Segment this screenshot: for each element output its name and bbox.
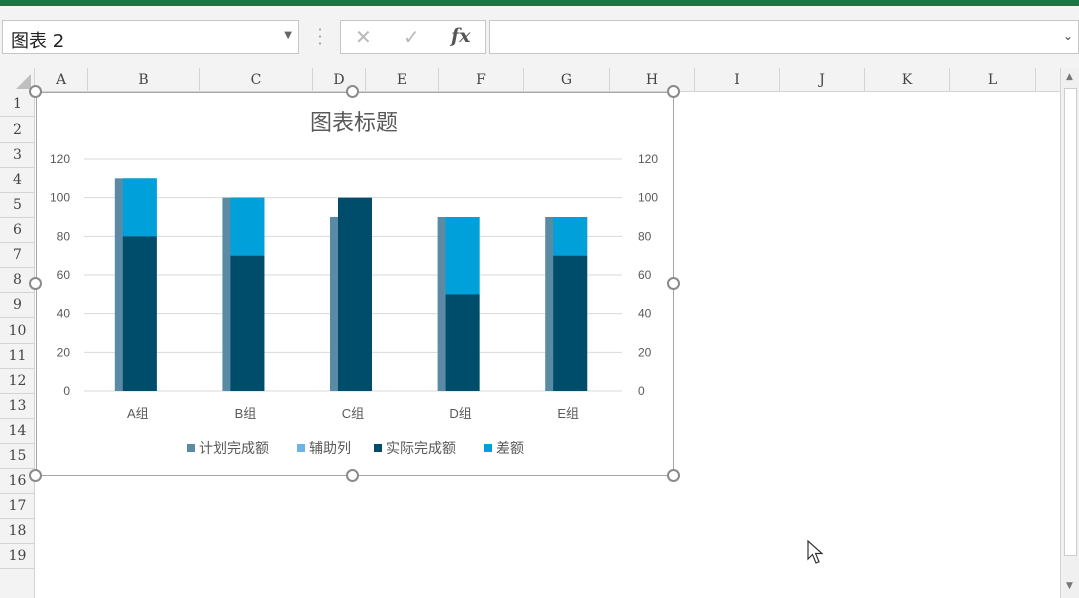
y-tick-label-left: 0 (63, 384, 70, 398)
formula-buttons: ✕ ✓ fx (340, 20, 486, 54)
column-header[interactable]: F (439, 68, 524, 92)
column-header[interactable]: K (865, 68, 950, 92)
resize-handle-right[interactable] (667, 277, 680, 290)
y-tick-label-left: 40 (57, 307, 71, 321)
x-category-label: E组 (557, 406, 579, 421)
insert-function-icon[interactable]: fx (451, 25, 471, 47)
chart-object[interactable]: 图表标题 0 20 40 60 80 100 120 0 20 40 60 80 100 120 A组 B… (36, 92, 674, 476)
y-axis-primary[interactable]: 0 20 40 60 80 100 120 (50, 152, 70, 398)
y-tick-label-right: 0 (638, 384, 645, 398)
y-tick-label-right: 60 (638, 268, 652, 282)
y-tick-label-left: 120 (50, 152, 70, 166)
name-box-value: 图表 2 (11, 31, 65, 52)
row-header[interactable]: 6 (0, 218, 35, 243)
legend-entry[interactable]: 辅助列 (309, 440, 351, 456)
resize-handle-bottom[interactable] (346, 469, 359, 482)
bar-actual[interactable] (230, 255, 265, 391)
bar-actual[interactable] (122, 236, 157, 391)
y-tick-label-right: 100 (638, 191, 658, 205)
resize-handle-top-left[interactable] (29, 85, 42, 98)
row-header[interactable]: 3 (0, 143, 35, 168)
drag-handle-icon[interactable]: · · · (314, 22, 326, 52)
legend-entry[interactable]: 计划完成额 (199, 440, 269, 456)
column-header[interactable]: J (780, 68, 865, 92)
bar-diff[interactable] (230, 197, 265, 256)
bar-actual[interactable] (338, 197, 372, 391)
legend-entry[interactable]: 差额 (496, 440, 524, 456)
chart-svg: 图表标题 0 20 40 60 80 100 120 0 20 40 60 80 100 120 A组 B… (50, 110, 658, 456)
resize-handle-left[interactable] (29, 277, 42, 290)
row-header[interactable]: 12 (0, 369, 35, 394)
legend-swatch (297, 444, 305, 452)
y-tick-label-right: 80 (638, 229, 652, 243)
scrollbar-thumb[interactable] (1064, 88, 1077, 556)
name-box[interactable]: 图表 2 ▼ (2, 20, 299, 54)
y-tick-label-right: 120 (638, 152, 658, 166)
column-header[interactable]: I (695, 68, 780, 92)
resize-handle-bottom-left[interactable] (29, 469, 42, 482)
enter-icon[interactable]: ✓ (403, 25, 420, 49)
y-tick-label-right: 20 (638, 345, 652, 359)
row-header[interactable]: 9 (0, 293, 35, 318)
row-header[interactable]: 5 (0, 193, 35, 218)
legend-swatch (187, 444, 195, 452)
bar-actual[interactable] (445, 294, 480, 391)
y-tick-label-left: 60 (57, 268, 71, 282)
row-header[interactable]: 17 (0, 494, 35, 519)
x-category-label: B组 (235, 406, 257, 421)
formula-input[interactable]: ⌄ (489, 20, 1079, 54)
bar-actual[interactable] (553, 255, 588, 391)
x-category-label: D组 (449, 406, 471, 421)
row-headers: 1 2 3 4 5 6 7 8 9 10 11 12 13 14 15 16 17 18 19 (0, 92, 35, 598)
row-header[interactable]: 7 (0, 243, 35, 268)
column-header[interactable]: A (35, 68, 88, 92)
y-axis-secondary[interactable]: 0 20 40 60 80 100 120 (638, 152, 658, 398)
x-category-label: C组 (342, 406, 364, 421)
bar-diff[interactable] (553, 217, 588, 256)
column-header[interactable]: H (610, 68, 695, 92)
chevron-down-icon[interactable]: ▼ (284, 30, 292, 41)
row-header[interactable]: 13 (0, 394, 35, 419)
y-tick-label-left: 80 (57, 229, 71, 243)
column-header[interactable]: E (366, 68, 439, 92)
formula-toolbar: 图表 2 ▼ · · · ✕ ✓ fx ⌄ (0, 6, 1079, 68)
scroll-down-icon[interactable]: ▼ (1066, 581, 1073, 591)
bar-diff[interactable] (122, 178, 157, 237)
plot-area[interactable] (114, 178, 588, 391)
column-header[interactable]: B (88, 68, 200, 92)
row-header[interactable]: 15 (0, 444, 35, 469)
column-header[interactable]: C (200, 68, 313, 92)
vertical-scrollbar[interactable]: ▲ ▼ (1060, 68, 1079, 598)
resize-handle-bottom-right[interactable] (667, 469, 680, 482)
expand-formula-icon[interactable]: ⌄ (1063, 29, 1073, 43)
y-tick-label-right: 40 (638, 307, 652, 321)
legend-swatch (374, 444, 382, 452)
mouse-pointer-icon (807, 540, 824, 564)
x-category-label: A组 (127, 406, 149, 421)
select-all-icon (16, 74, 31, 89)
row-header[interactable]: 14 (0, 419, 35, 444)
row-header[interactable]: 10 (0, 318, 35, 344)
legend[interactable]: 计划完成额 辅助列 实际完成额 差额 (187, 440, 524, 456)
cancel-icon[interactable]: ✕ (355, 25, 372, 49)
row-header[interactable]: 19 (0, 544, 35, 569)
resize-handle-top-right[interactable] (667, 85, 680, 98)
y-tick-label-left: 100 (50, 191, 70, 205)
legend-swatch (484, 444, 492, 452)
scroll-up-icon[interactable]: ▲ (1066, 72, 1073, 82)
y-tick-label-left: 20 (57, 345, 71, 359)
row-header[interactable]: 2 (0, 117, 35, 143)
chart-title[interactable]: 图表标题 (310, 110, 398, 135)
column-header[interactable]: L (950, 68, 1036, 92)
resize-handle-top[interactable] (346, 85, 359, 98)
legend-entry[interactable]: 实际完成额 (386, 440, 456, 456)
bar-diff[interactable] (445, 217, 480, 295)
row-header[interactable]: 4 (0, 168, 35, 193)
x-axis[interactable]: A组 B组 C组 D组 E组 (127, 406, 579, 421)
column-header[interactable]: G (524, 68, 610, 92)
column-headers: ABCDEFGHIJKL (0, 68, 1079, 92)
row-header[interactable]: 18 (0, 519, 35, 544)
row-header[interactable]: 11 (0, 344, 35, 369)
